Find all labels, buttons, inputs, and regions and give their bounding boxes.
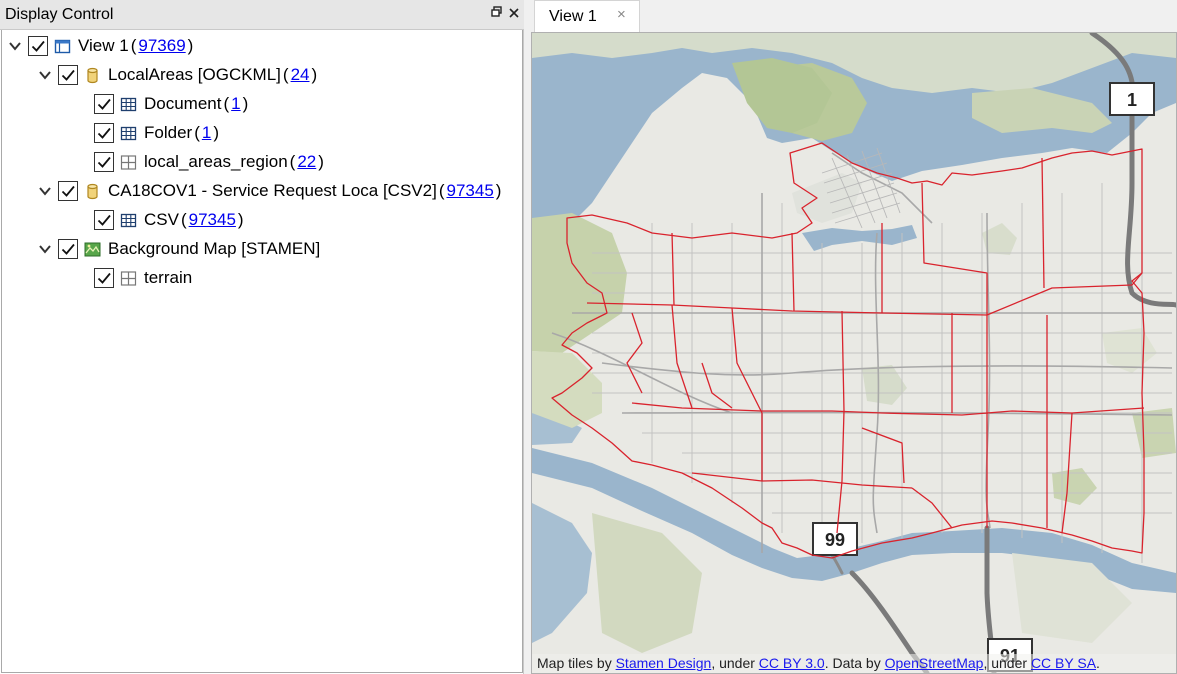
tree-item-region[interactable]: local_areas_region (22)	[94, 149, 326, 175]
region-count-link[interactable]: 22	[297, 152, 316, 172]
localareas-count-link[interactable]: 24	[291, 65, 310, 85]
document-checkbox[interactable]	[94, 94, 114, 114]
highway-shield-1: 1	[1109, 82, 1155, 116]
csv-count-link[interactable]: 97345	[189, 210, 236, 230]
view1-label: View 1	[78, 36, 129, 55]
chevron-down-icon[interactable]	[38, 68, 52, 82]
view1-count-link[interactable]: 97369	[138, 36, 185, 56]
region-grid-icon	[120, 154, 137, 171]
region-checkbox[interactable]	[94, 152, 114, 172]
table-grid-icon	[120, 96, 137, 113]
region-grid-icon	[120, 270, 137, 287]
stamen-design-link[interactable]: Stamen Design	[616, 655, 712, 671]
tree-item-document[interactable]: Document (1)	[94, 91, 250, 117]
csv-label: CSV	[144, 210, 179, 229]
terrain-checkbox[interactable]	[94, 268, 114, 288]
tree-item-service-requests[interactable]: CA18COV1 - Service Request Loca [CSV2] (…	[38, 178, 503, 204]
map-attribution: Map tiles by Stamen Design, under CC BY …	[532, 654, 1176, 673]
tab-view1-label: View 1	[549, 8, 597, 25]
service-label: CA18COV1 - Service Request Loca [CSV2]	[108, 181, 437, 200]
display-control-panel: Display Control View 1 (97369) LocalArea…	[0, 0, 524, 674]
region-label: local_areas_region	[144, 152, 288, 171]
chevron-down-icon[interactable]	[8, 39, 22, 53]
tree-item-view1[interactable]: View 1 (97369)	[8, 33, 195, 59]
map-image-icon	[84, 241, 101, 258]
terrain-label: terrain	[144, 268, 193, 287]
map-view[interactable]: 1 99 91	[531, 32, 1177, 674]
database-cylinder-icon	[84, 183, 101, 200]
svg-text:99: 99	[825, 530, 845, 550]
tree-item-terrain[interactable]: terrain	[94, 265, 192, 291]
chevron-down-icon[interactable]	[38, 184, 52, 198]
folder-checkbox[interactable]	[94, 123, 114, 143]
tree-item-folder[interactable]: Folder (1)	[94, 120, 221, 146]
folder-label: Folder	[144, 123, 193, 142]
close-icon[interactable]: ×	[617, 6, 626, 23]
background-checkbox[interactable]	[58, 239, 78, 259]
view-window-icon	[54, 38, 71, 55]
service-count-link[interactable]: 97345	[447, 181, 494, 201]
map-canvas[interactable]: 1 99 91	[532, 33, 1176, 673]
close-icon[interactable]	[506, 5, 522, 23]
tab-bar: View 1 ×	[526, 0, 1177, 32]
highway-shield-99: 99	[812, 522, 858, 556]
table-grid-icon	[120, 125, 137, 142]
chevron-down-icon[interactable]	[38, 242, 52, 256]
cc-by-link[interactable]: CC BY 3.0	[759, 655, 825, 671]
panel-title: Display Control	[5, 6, 114, 23]
cc-by-sa-link[interactable]: CC BY SA	[1031, 655, 1096, 671]
tab-view1[interactable]: View 1 ×	[534, 0, 640, 32]
table-grid-icon	[120, 212, 137, 229]
localareas-label: LocalAreas [OGCKML]	[108, 65, 281, 84]
database-cylinder-icon	[84, 67, 101, 84]
tree-item-localareas[interactable]: LocalAreas [OGCKML] (24)	[38, 62, 319, 88]
tree-item-csv[interactable]: CSV (97345)	[94, 207, 246, 233]
document-label: Document	[144, 94, 222, 113]
localareas-checkbox[interactable]	[58, 65, 78, 85]
service-checkbox[interactable]	[58, 181, 78, 201]
background-label: Background Map [STAMEN]	[108, 239, 321, 258]
document-count-link[interactable]: 1	[231, 94, 240, 114]
svg-text:1: 1	[1127, 90, 1137, 110]
panel-header: Display Control	[0, 0, 524, 30]
csv-checkbox[interactable]	[94, 210, 114, 230]
folder-count-link[interactable]: 1	[202, 123, 211, 143]
tree-container	[1, 30, 523, 673]
view1-checkbox[interactable]	[28, 36, 48, 56]
tree-item-background-map[interactable]: Background Map [STAMEN]	[38, 236, 320, 262]
float-window-icon[interactable]	[488, 5, 504, 23]
openstreetmap-link[interactable]: OpenStreetMap	[885, 655, 984, 671]
